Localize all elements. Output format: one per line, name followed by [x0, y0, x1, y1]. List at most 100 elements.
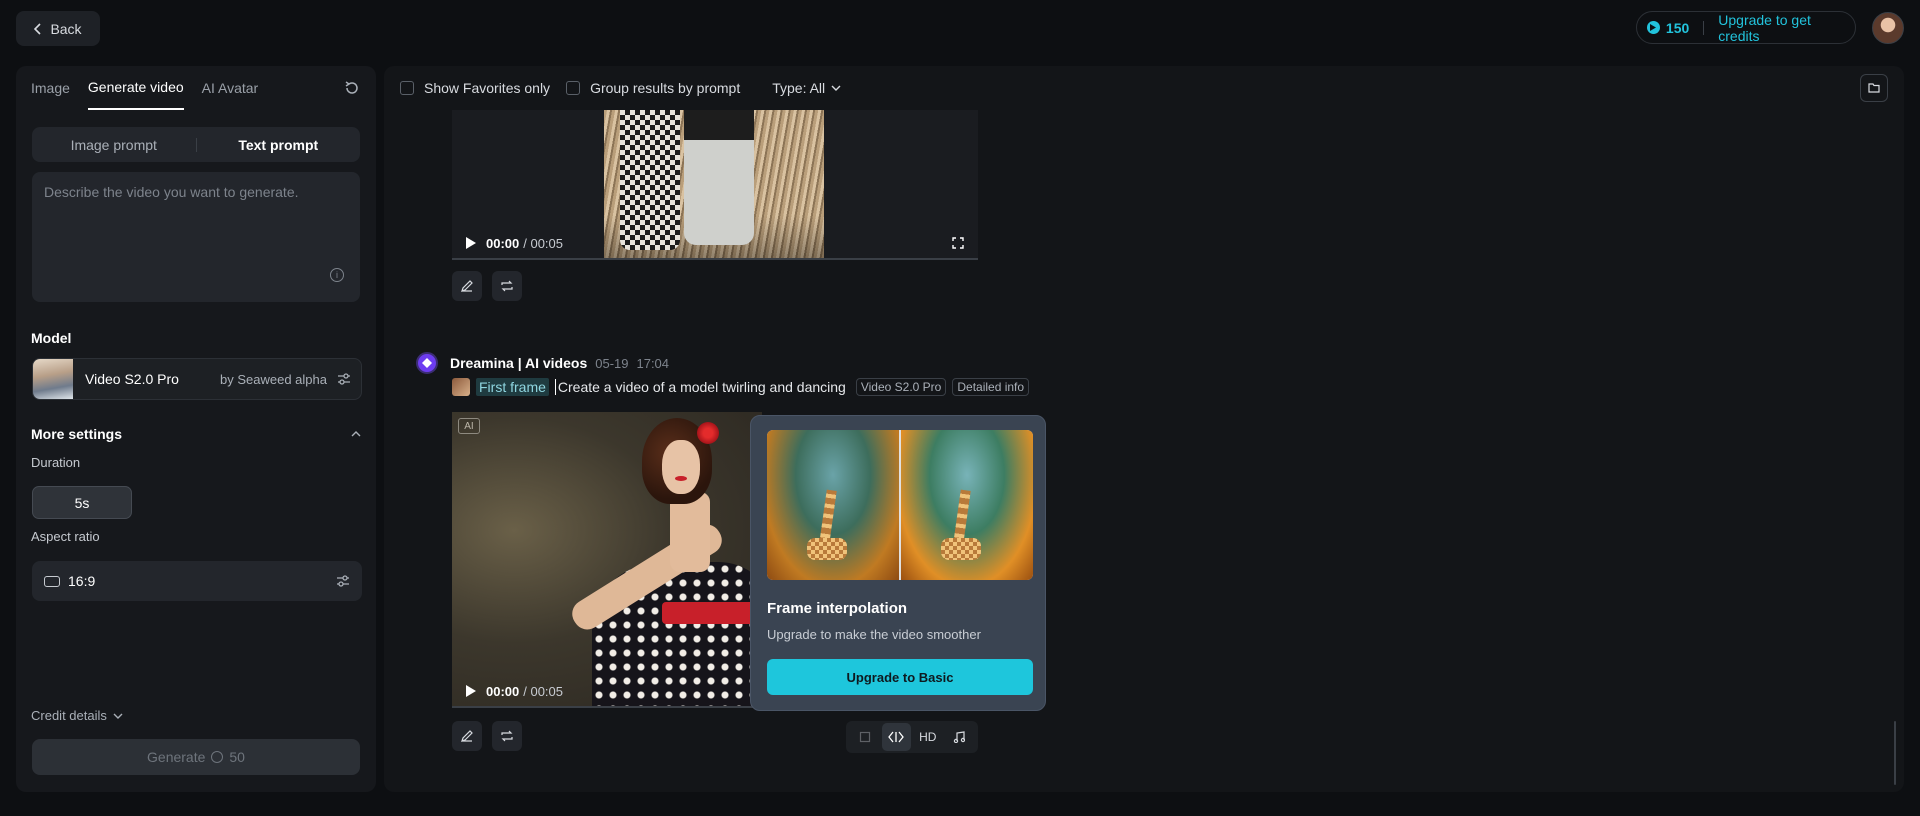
video-player[interactable]: AI 00:00 / 00:05	[452, 412, 762, 708]
repeat-icon	[501, 730, 513, 742]
favorites-checkbox[interactable]	[400, 81, 414, 95]
frame-interpolation-popover: Frame interpolation Upgrade to make the …	[750, 415, 1046, 711]
video-controls: 00:00 / 00:05	[452, 674, 762, 708]
pencil-icon	[461, 730, 473, 742]
duration-option-5s[interactable]: 5s	[32, 486, 132, 519]
regenerate-button[interactable]	[492, 721, 522, 751]
upgrade-credits-link[interactable]: Upgrade to get credits	[1718, 12, 1855, 44]
popover-title: Frame interpolation	[767, 600, 908, 617]
video-figure	[684, 110, 754, 140]
back-button[interactable]: Back	[16, 11, 100, 46]
folder-icon	[1868, 83, 1880, 93]
generation-header: Dreamina | AI videos 05-19 17:04	[416, 352, 669, 374]
add-audio-tool[interactable]	[945, 723, 975, 751]
hd-upscale-tool[interactable]: HD	[913, 723, 943, 751]
play-icon[interactable]	[466, 237, 476, 249]
time-current: 00:00	[486, 683, 520, 699]
type-label: Type: All	[772, 80, 826, 96]
aspect-ratio-selector[interactable]: 16:9	[32, 561, 362, 601]
prompt-placeholder: Describe the video you want to generate.	[44, 184, 299, 200]
tab-ai-avatar[interactable]: AI Avatar	[202, 66, 259, 110]
results-scrollbar[interactable]	[1894, 721, 1896, 785]
credits-pill[interactable]: 150 Upgrade to get credits	[1636, 11, 1856, 44]
pill-divider	[1703, 20, 1705, 35]
duration-label: Duration	[31, 455, 81, 470]
progress-bar[interactable]	[452, 706, 762, 708]
type-dropdown[interactable]: Type: All	[772, 80, 841, 96]
interpolation-icon	[888, 731, 905, 743]
edit-button[interactable]	[452, 721, 482, 751]
ai-badge: AI	[458, 418, 480, 434]
extend-tool[interactable]	[850, 723, 880, 751]
credit-coin-icon	[1647, 21, 1660, 34]
back-label: Back	[50, 20, 82, 37]
video-controls: 00:00 / 00:05	[452, 226, 978, 260]
fullscreen-icon[interactable]	[952, 237, 964, 249]
text-prompt-option[interactable]: Text prompt	[197, 137, 361, 153]
generate-label: Generate	[147, 749, 206, 765]
settings-sliders-icon[interactable]	[336, 574, 350, 588]
neck-shape	[670, 492, 710, 572]
tab-generate-video[interactable]: Generate video	[87, 66, 184, 110]
progress-bar[interactable]	[452, 258, 978, 260]
time-total: / 00:05	[523, 683, 564, 699]
flower-shape	[697, 422, 719, 444]
crop-frame-icon	[859, 731, 870, 743]
more-settings-header[interactable]: More settings	[31, 426, 361, 442]
detailed-info-tag[interactable]: Detailed info	[952, 378, 1030, 396]
play-icon[interactable]	[466, 685, 476, 697]
filter-bar: Show Favorites only Group results by pro…	[400, 66, 841, 110]
settings-sliders-icon[interactable]	[337, 372, 351, 386]
model-thumbnail	[33, 359, 73, 399]
smooth-preview-image	[901, 430, 1033, 580]
giraffe-shape	[941, 538, 981, 560]
model-provider: by Seaweed alpha	[220, 371, 327, 387]
prompt-text: Create a video of a model twirling and d…	[557, 379, 846, 395]
reset-icon[interactable]	[344, 80, 360, 96]
blurry-preview-image	[767, 430, 899, 580]
model-selector[interactable]: Video S2.0 Pro by Seaweed alpha	[32, 358, 362, 400]
frame-interpolation-tool[interactable]	[881, 723, 911, 751]
face-shape	[662, 440, 700, 494]
generation-prompt: First frame Create a video of a model tw…	[452, 378, 1030, 396]
generate-button[interactable]: Generate 50	[32, 739, 360, 775]
repeat-icon	[501, 280, 513, 292]
dreamina-logo-icon	[416, 352, 438, 374]
time-current: 00:00	[486, 235, 520, 251]
upgrade-to-basic-button[interactable]: Upgrade to Basic	[767, 659, 1033, 695]
tab-image[interactable]: Image	[31, 66, 70, 110]
video-player[interactable]: 00:00 / 00:05	[452, 110, 978, 260]
lips-shape	[675, 476, 687, 481]
credit-details-toggle[interactable]: Credit details	[31, 708, 123, 723]
group-by-prompt-filter[interactable]: Group results by prompt	[566, 80, 740, 96]
prompt-type-toggle: Image prompt Text prompt	[32, 127, 360, 162]
text-caret	[554, 379, 556, 395]
first-frame-label[interactable]: First frame	[476, 378, 549, 396]
regenerate-button[interactable]	[492, 271, 522, 301]
chevron-up-icon	[351, 431, 361, 437]
credit-details-label: Credit details	[31, 708, 107, 723]
aspect-ratio-icon	[44, 575, 60, 587]
info-icon[interactable]: i	[330, 268, 344, 282]
giraffe-shape	[819, 489, 837, 545]
user-avatar[interactable]	[1872, 12, 1904, 44]
first-frame-thumbnail	[452, 378, 470, 396]
prompt-textarea[interactable]: Describe the video you want to generate.…	[32, 172, 360, 302]
pencil-icon	[461, 280, 473, 292]
more-settings-title: More settings	[31, 426, 123, 442]
generation-time: 17:04	[636, 355, 670, 371]
folder-button[interactable]	[1860, 74, 1888, 102]
credit-count: 150	[1665, 19, 1690, 36]
model-name: Video S2.0 Pro	[85, 371, 179, 387]
generate-cost: 50	[229, 749, 245, 765]
results-panel: Show Favorites only Group results by pro…	[384, 66, 1904, 792]
popover-description: Upgrade to make the video smoother	[767, 627, 981, 642]
image-prompt-option[interactable]: Image prompt	[32, 137, 196, 153]
chevron-left-icon	[34, 22, 42, 35]
model-tag[interactable]: Video S2.0 Pro	[855, 378, 947, 396]
favorites-filter[interactable]: Show Favorites only	[400, 80, 550, 96]
time-total: / 00:05	[523, 235, 564, 251]
edit-button[interactable]	[452, 271, 482, 301]
credit-coin-icon	[211, 751, 224, 763]
group-checkbox[interactable]	[566, 81, 581, 95]
